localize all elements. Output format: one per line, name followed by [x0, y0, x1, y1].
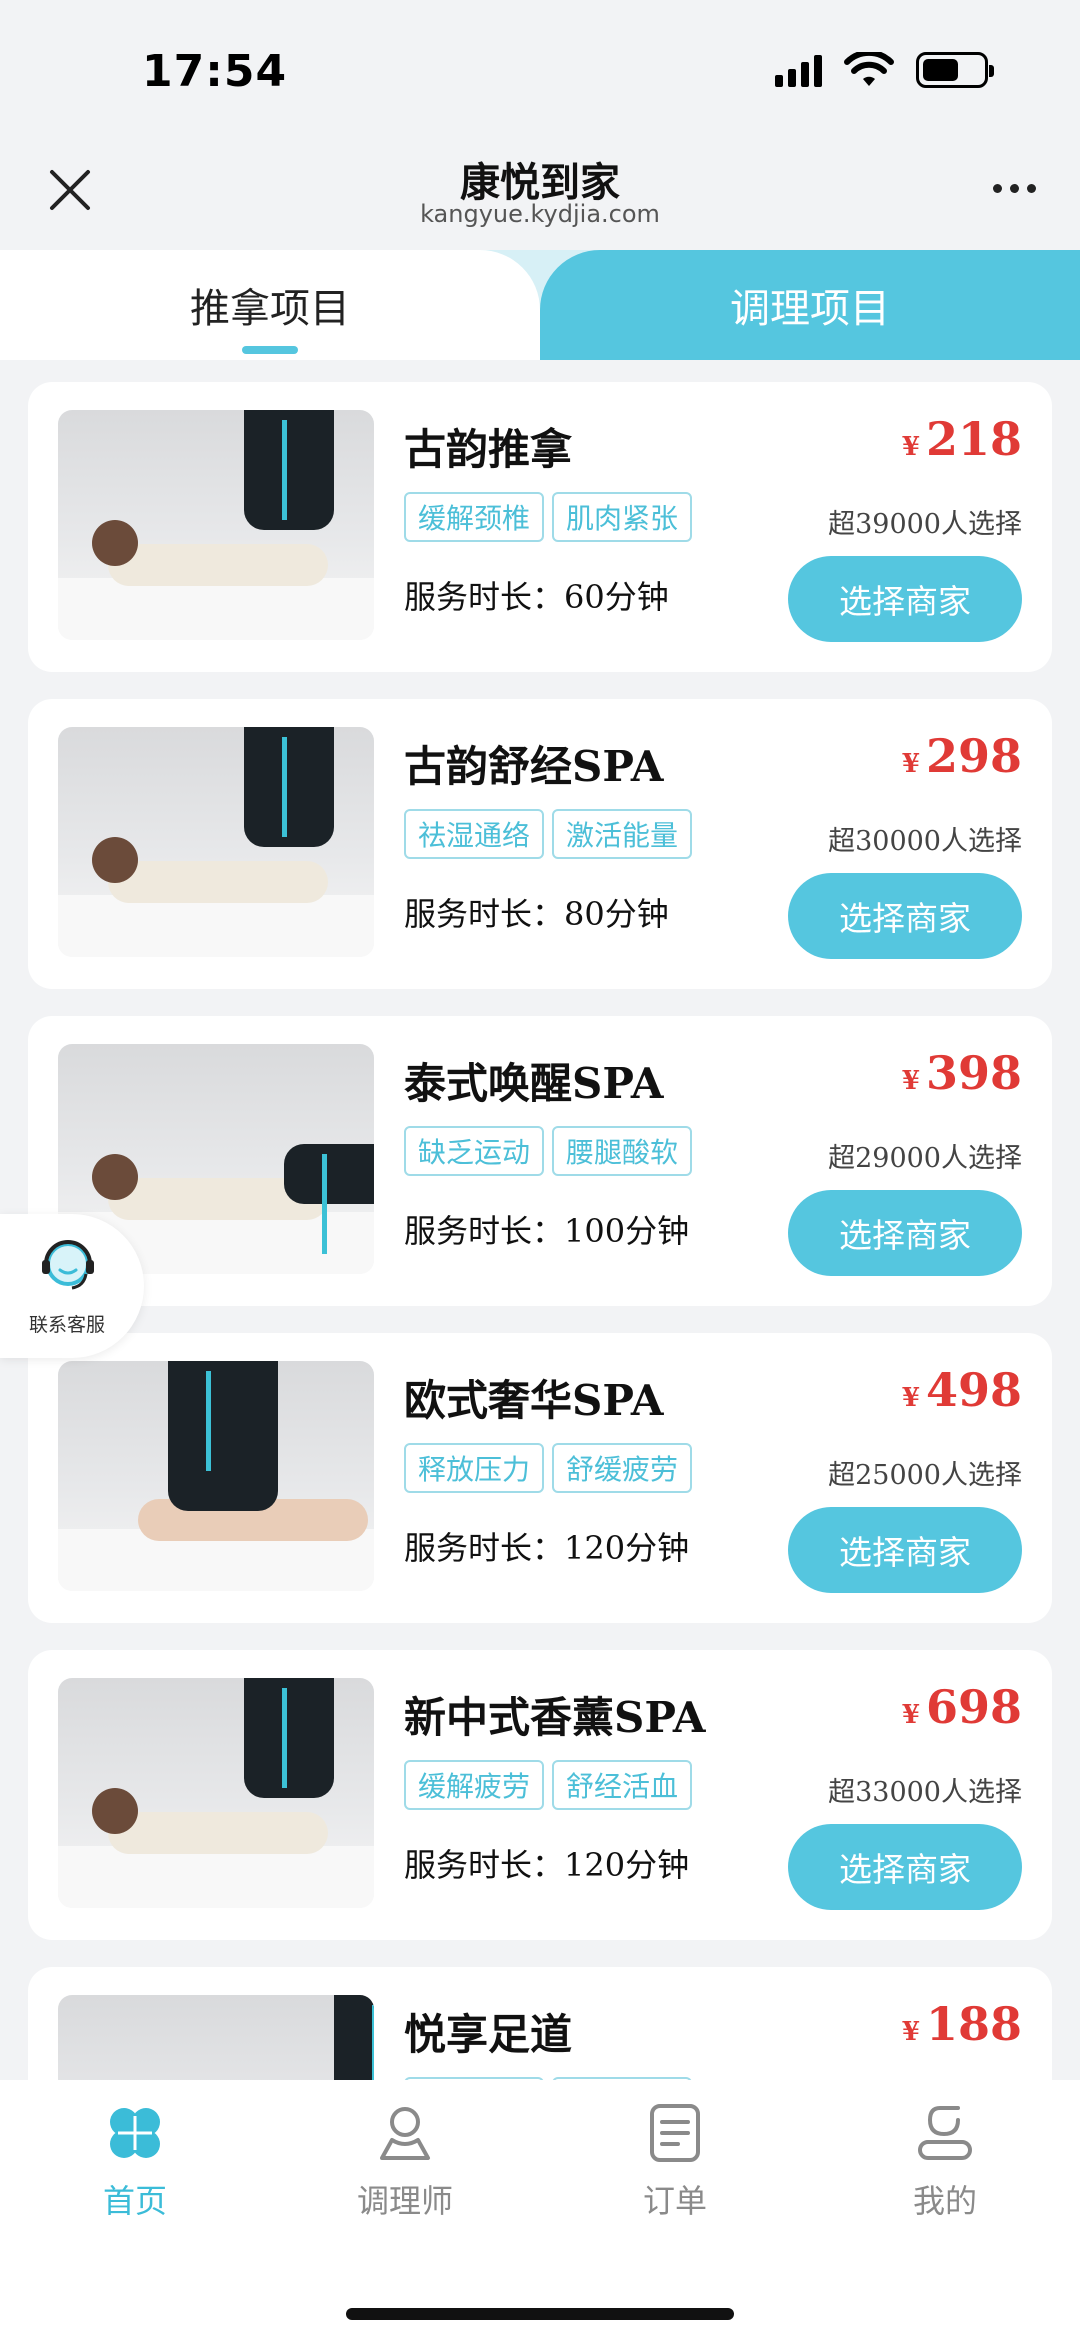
currency-symbol: ¥	[901, 2017, 920, 2047]
service-tags: 释放压力 舒缓疲劳	[404, 1443, 693, 1493]
price-value: 188	[925, 1997, 1022, 2051]
service-duration: 服务时长：120分钟	[404, 1529, 690, 1567]
service-price: ¥298	[902, 729, 1022, 783]
profile-icon	[918, 2106, 972, 2160]
service-duration: 服务时长：80分钟	[404, 895, 669, 933]
price-value: 298	[925, 729, 1022, 783]
price-value: 698	[925, 1680, 1022, 1734]
service-name: 古韵推拿	[404, 425, 573, 474]
category-tabs: 推拿项目 调理项目	[0, 250, 1080, 360]
service-card[interactable]: 泰式唤醒SPA 缺乏运动 腰腿酸软 服务时长：100分钟 ¥398 超29000…	[28, 1016, 1052, 1306]
sales-count: 超30000人选择	[828, 826, 1022, 857]
service-image	[58, 1678, 374, 1908]
service-price: ¥398	[902, 1046, 1022, 1100]
service-name: 古韵舒经SPA	[404, 742, 664, 791]
service-duration: 服务时长：60分钟	[404, 578, 669, 616]
customer-service-label: 联系客服	[28, 1314, 105, 1336]
active-tab-indicator	[242, 346, 298, 354]
sales-count: 超25000人选择	[828, 1460, 1022, 1491]
service-price: ¥218	[902, 412, 1022, 466]
tab-label: 推拿项目	[190, 286, 350, 332]
service-tag: 舒经活血	[552, 1760, 693, 1810]
sales-count: 超39000人选择	[828, 509, 1022, 540]
price-value: 218	[925, 412, 1022, 466]
currency-symbol: ¥	[901, 749, 920, 779]
service-name: 新中式香薰SPA	[404, 1693, 706, 1742]
therapist-icon	[380, 2107, 430, 2160]
status-icons	[775, 52, 994, 88]
sales-count: 超33000人选择	[828, 1777, 1022, 1808]
service-name: 欧式奢华SPA	[404, 1376, 664, 1425]
nav-home-label: 首页	[102, 2182, 167, 2220]
service-card[interactable]: 古韵舒经SPA 祛湿通络 激活能量 服务时长：80分钟 ¥298 超30000人…	[28, 699, 1052, 989]
service-tags: 缓解颈椎 肌肉紧张	[404, 492, 693, 542]
service-image	[58, 1995, 374, 2080]
service-image	[58, 1361, 374, 1591]
service-tag: 腰腿酸软	[552, 1126, 693, 1176]
battery-icon	[916, 52, 994, 88]
select-merchant-button[interactable]: 选择商家	[788, 1190, 1022, 1276]
service-duration: 服务时长：120分钟	[404, 1846, 690, 1884]
wifi-icon	[844, 52, 894, 86]
home-indicator[interactable]	[346, 2308, 734, 2320]
currency-symbol: ¥	[901, 1700, 920, 1730]
nav-profile[interactable]: 我的	[855, 2102, 1035, 2232]
service-tag: 舒缓疲劳	[552, 1443, 693, 1493]
currency-symbol: ¥	[901, 1383, 920, 1413]
service-duration: 服务时长：100分钟	[404, 1212, 690, 1250]
cellular-signal-icon	[775, 53, 822, 87]
service-tags: 缺乏运动 腰腿酸软	[404, 1126, 693, 1176]
nav-orders[interactable]: 订单	[585, 2102, 765, 2232]
select-merchant-button[interactable]: 选择商家	[788, 556, 1022, 642]
service-tag: 缓解疲劳	[404, 1760, 545, 1810]
headset-icon	[42, 1240, 94, 1290]
service-card[interactable]: 悦享足道 ¥188	[28, 1967, 1052, 2080]
status-bar: 17:54	[0, 0, 1080, 140]
nav-home[interactable]: 首页	[45, 2102, 225, 2232]
service-tags: 祛湿通络 激活能量	[404, 809, 693, 859]
nav-therapist-label: 调理师	[356, 2182, 453, 2220]
service-image	[58, 727, 374, 957]
tab-label: 调理项目	[730, 286, 890, 332]
nav-bar: 康悦到家 kangyue.kydjia.com	[0, 140, 1080, 250]
currency-symbol: ¥	[901, 432, 920, 462]
tab-wellness[interactable]: 调理项目	[540, 250, 1080, 360]
select-merchant-button[interactable]: 选择商家	[788, 1824, 1022, 1910]
service-name: 悦享足道	[404, 2010, 573, 2059]
service-price: ¥698	[902, 1680, 1022, 1734]
service-name: 泰式唤醒SPA	[404, 1059, 664, 1108]
service-tags: 缓解疲劳 舒经活血	[404, 1760, 693, 1810]
service-tag: 激活能量	[552, 809, 693, 859]
sales-count: 超29000人选择	[828, 1143, 1022, 1174]
nav-orders-label: 订单	[642, 2182, 707, 2220]
bottom-nav: 首页 调理师 订单 我的	[0, 2080, 1080, 2341]
tab-massage[interactable]: 推拿项目	[0, 250, 540, 360]
service-price: ¥188	[902, 1997, 1022, 2051]
service-card[interactable]: 新中式香薰SPA 缓解疲劳 舒经活血 服务时长：120分钟 ¥698 超3300…	[28, 1650, 1052, 1940]
service-tag: 缓解颈椎	[404, 492, 545, 542]
select-merchant-button[interactable]: 选择商家	[788, 873, 1022, 959]
service-price: ¥498	[902, 1363, 1022, 1417]
service-image	[58, 410, 374, 640]
price-value: 398	[925, 1046, 1022, 1100]
service-tag: 缺乏运动	[404, 1126, 545, 1176]
order-icon	[650, 2104, 700, 2162]
price-value: 498	[925, 1363, 1022, 1417]
customer-service-button[interactable]: 联系客服	[0, 1214, 144, 1358]
service-tag: 释放压力	[404, 1443, 545, 1493]
nav-therapist[interactable]: 调理师	[315, 2102, 495, 2232]
service-list: 古韵推拿 缓解颈椎 肌肉紧张 服务时长：60分钟 ¥218 超39000人选择 …	[0, 360, 1080, 2080]
select-merchant-button[interactable]: 选择商家	[788, 1507, 1022, 1593]
status-time: 17:54	[142, 46, 288, 97]
service-card[interactable]: 古韵推拿 缓解颈椎 肌肉紧张 服务时长：60分钟 ¥218 超39000人选择 …	[28, 382, 1052, 672]
service-tag: 肌肉紧张	[552, 492, 693, 542]
service-tag: 祛湿通络	[404, 809, 545, 859]
currency-symbol: ¥	[901, 1066, 920, 1096]
service-card[interactable]: 欧式奢华SPA 释放压力 舒缓疲劳 服务时长：120分钟 ¥498 超25000…	[28, 1333, 1052, 1623]
page-url: kangyue.kydjia.com	[420, 200, 660, 228]
clover-icon	[110, 2108, 160, 2158]
nav-profile-label: 我的	[912, 2182, 977, 2220]
more-options-icon[interactable]	[993, 184, 1036, 193]
